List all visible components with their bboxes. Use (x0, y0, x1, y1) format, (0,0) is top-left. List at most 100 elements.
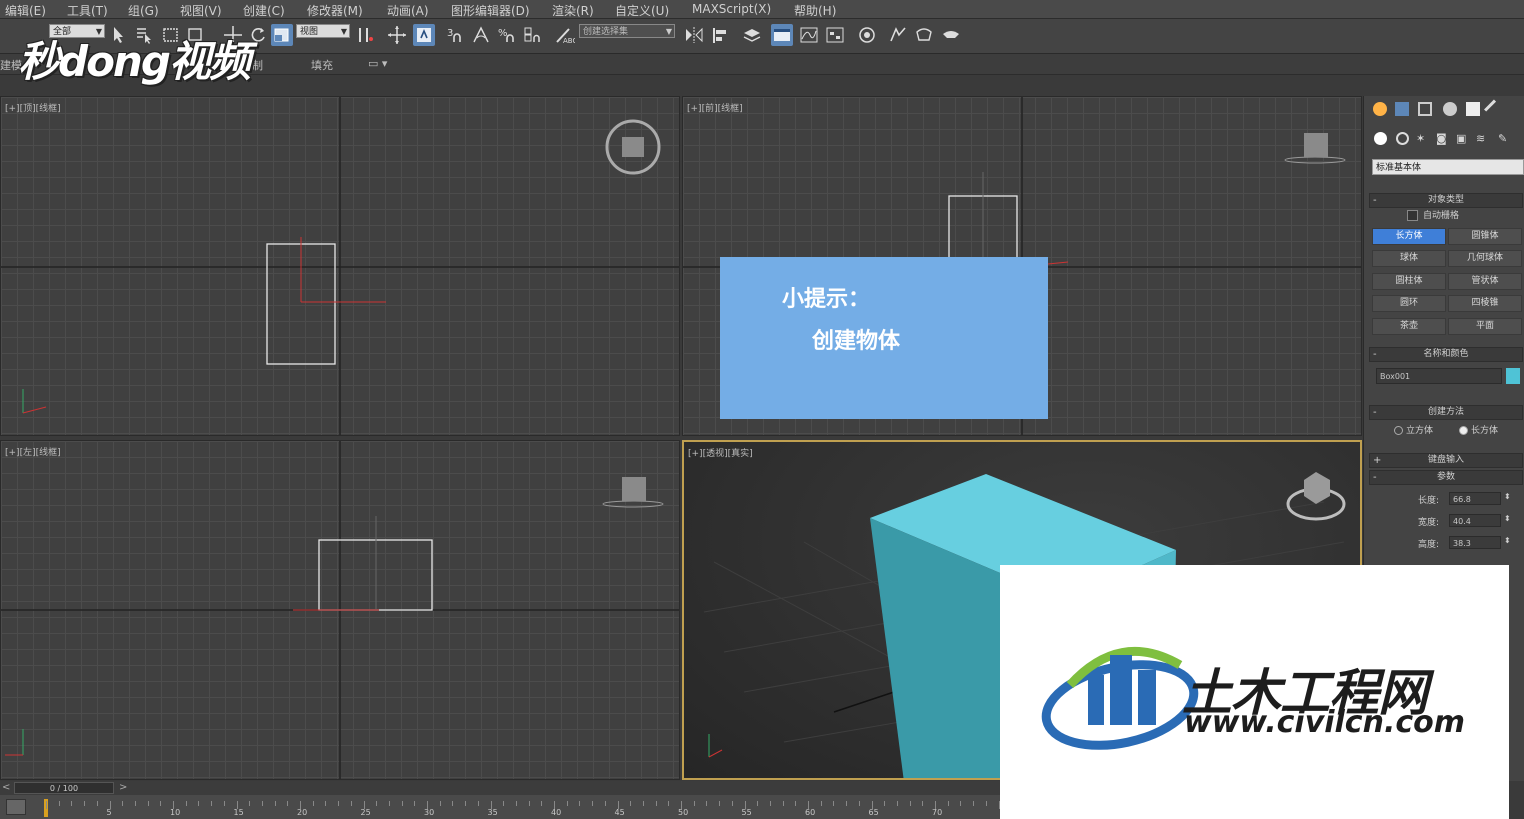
select-manipulate-icon[interactable] (386, 24, 408, 46)
sphere-button[interactable]: 球体 (1372, 250, 1446, 267)
lights-icon[interactable]: ✶ (1416, 132, 1425, 145)
angle-snap-icon[interactable] (470, 24, 492, 46)
render-setup-icon[interactable] (887, 24, 909, 46)
tick-mark (71, 801, 73, 806)
cube-radio[interactable] (1394, 426, 1403, 435)
teapot-button[interactable]: 茶壶 (1372, 318, 1446, 335)
chevron-down-icon: ▼ (665, 27, 672, 36)
category-value: 标准基本体 (1376, 163, 1422, 173)
menu-views[interactable]: 视图(V) (180, 2, 222, 19)
box-radio[interactable] (1459, 426, 1468, 435)
spinner-snap-icon[interactable] (521, 24, 543, 46)
keyboard-shortcut-override-icon[interactable] (413, 24, 435, 46)
tick-mark (655, 801, 657, 806)
tick-mark (312, 801, 314, 806)
menu-modifiers[interactable]: 修改器(M) (307, 2, 363, 19)
plane-button[interactable]: 平面 (1448, 318, 1522, 335)
next-frame-icon[interactable]: > (119, 782, 127, 793)
prev-frame-icon[interactable]: < (2, 782, 10, 793)
width-spinner-icon[interactable]: ⬍ (1504, 514, 1511, 523)
menu-edit[interactable]: 编辑(E) (5, 2, 46, 19)
height-field[interactable]: 38.3 (1449, 536, 1501, 549)
keyboard-entry-rollout[interactable]: + 键盘输入 (1369, 453, 1523, 468)
tick-mark (261, 801, 263, 806)
tip-title: 小提示： (782, 287, 871, 312)
object-color-swatch[interactable] (1506, 368, 1520, 384)
cameras-icon[interactable]: ◙ (1436, 132, 1447, 145)
tick-mark (884, 801, 886, 806)
track-bar[interactable]: 5 10 15 20 25 30 35 40 45 50 55 60 65 70 (0, 795, 1000, 819)
creation-method-rollout[interactable]: - 创建方法 (1369, 405, 1523, 420)
snaps-toggle-icon[interactable]: 3 (445, 24, 467, 46)
pyramid-button[interactable]: 四棱锥 (1448, 295, 1522, 312)
tick-label: 30 (424, 808, 435, 817)
utilities-tab-icon[interactable] (1484, 99, 1506, 122)
schematic-view-icon[interactable] (824, 24, 846, 46)
menu-group[interactable]: 组(G) (128, 2, 159, 19)
spacewarps-icon[interactable]: ≋ (1476, 132, 1485, 145)
material-editor-icon[interactable] (856, 24, 878, 46)
hierarchy-tab-icon[interactable] (1418, 102, 1432, 116)
menu-rendering[interactable]: 渲染(R) (552, 2, 594, 19)
parameters-rollout[interactable]: - 参数 (1369, 470, 1523, 485)
height-spinner-icon[interactable]: ⬍ (1504, 536, 1511, 545)
percent-snap-icon[interactable]: % (496, 24, 518, 46)
cylinder-button[interactable]: 圆柱体 (1372, 273, 1446, 290)
curve-editor-icon[interactable] (798, 24, 820, 46)
mirror-icon[interactable] (683, 24, 705, 46)
menu-customize[interactable]: 自定义(U) (615, 2, 669, 19)
layer-manager-icon[interactable] (741, 24, 763, 46)
systems-icon[interactable]: ✎ (1498, 132, 1507, 145)
menu-maxscript[interactable]: MAXScript(X) (692, 2, 771, 16)
create-tab-icon[interactable] (1373, 102, 1387, 116)
ribbon-options-icon[interactable]: ▭ ▾ (368, 57, 387, 70)
height-label: 高度: (1418, 540, 1440, 550)
ribbon-fill-tab[interactable]: 填充 (311, 57, 333, 73)
graphite-ribbon-icon[interactable] (771, 24, 793, 46)
tick-mark (706, 801, 708, 806)
viewport-top[interactable]: [+][顶][线框] (0, 96, 680, 436)
render-production-icon[interactable] (940, 24, 962, 46)
track-ticks: 5 10 15 20 25 30 35 40 45 50 55 60 65 70 (0, 795, 1000, 819)
shapes-icon[interactable] (1396, 132, 1409, 145)
ribbon-draw-tab[interactable]: 制 (252, 57, 263, 73)
tube-button[interactable]: 管状体 (1448, 273, 1522, 290)
object-type-rollout[interactable]: - 对象类型 (1369, 193, 1523, 208)
geosphere-button[interactable]: 几何球体 (1448, 250, 1522, 267)
length-field[interactable]: 66.8 (1449, 492, 1501, 505)
rendered-frame-icon[interactable] (913, 24, 935, 46)
time-slider-thumb[interactable]: 0 / 100 (14, 782, 114, 794)
rotate-icon[interactable] (247, 24, 269, 46)
torus-button[interactable]: 圆环 (1372, 295, 1446, 312)
name-color-rollout[interactable]: - 名称和颜色 (1369, 347, 1523, 362)
motion-tab-icon[interactable] (1443, 102, 1457, 116)
menu-help[interactable]: 帮助(H) (794, 2, 836, 19)
scale-icon[interactable] (271, 24, 293, 46)
modify-tab-icon[interactable] (1395, 102, 1409, 116)
autogrid-checkbox[interactable] (1407, 210, 1418, 221)
viewport-left[interactable]: [+][左][线框] (0, 440, 680, 780)
cone-button[interactable]: 圆锥体 (1448, 228, 1522, 245)
box-button[interactable]: 长方体 (1372, 228, 1446, 245)
object-name-field[interactable]: Box001 (1376, 368, 1502, 384)
category-dropdown[interactable]: 标准基本体 (1372, 159, 1524, 175)
menu-create[interactable]: 创建(C) (243, 2, 285, 19)
width-field[interactable]: 40.4 (1449, 514, 1501, 527)
reference-coordinate-dropdown[interactable]: 视图 ▼ (296, 24, 350, 38)
tick-label: 40 (551, 808, 562, 817)
pivot-center-icon[interactable] (355, 24, 377, 46)
tick-mark (985, 801, 987, 806)
display-tab-icon[interactable] (1466, 102, 1480, 116)
menu-graph-editors[interactable]: 图形编辑器(D) (451, 2, 530, 19)
align-icon[interactable] (710, 24, 732, 46)
length-spinner-icon[interactable]: ⬍ (1504, 492, 1511, 501)
geometry-icon[interactable] (1374, 132, 1387, 145)
menu-animation[interactable]: 动画(A) (387, 2, 429, 19)
time-slider[interactable]: < 0 / 100 > (0, 781, 1000, 795)
named-selection-dropdown[interactable]: 创建选择集 ▼ (579, 24, 675, 38)
edit-named-selection-icon[interactable]: ABC (553, 24, 577, 46)
helpers-icon[interactable]: ▣ (1456, 132, 1466, 145)
svg-text:ABC: ABC (563, 37, 575, 45)
svg-text:3: 3 (447, 28, 453, 39)
menu-tools[interactable]: 工具(T) (67, 2, 108, 19)
